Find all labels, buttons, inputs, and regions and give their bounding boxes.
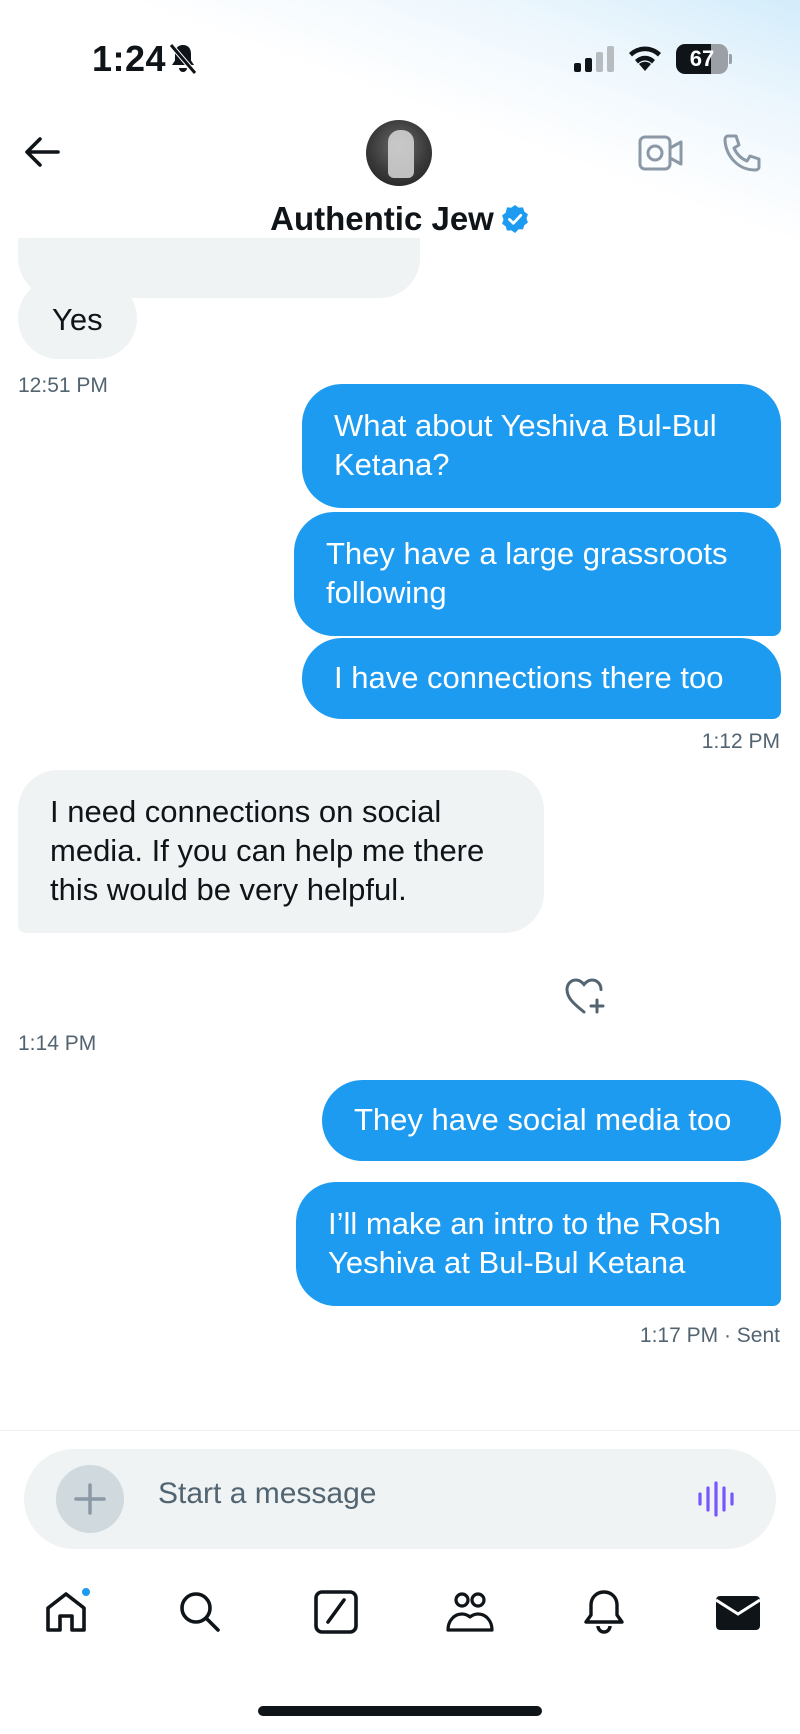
message-outgoing[interactable]: I have connections there too <box>302 638 781 719</box>
sent-status: · Sent <box>723 1324 780 1347</box>
voice-message-icon[interactable] <box>696 1479 736 1519</box>
grok-icon[interactable] <box>310 1586 362 1638</box>
messages-icon[interactable] <box>712 1586 764 1638</box>
message-timestamp: 1:14 PM <box>18 1032 97 1055</box>
notifications-icon[interactable] <box>578 1586 630 1638</box>
message-text: They have social media too <box>354 1102 732 1137</box>
message-timestamp: 1:17 PM <box>639 1324 719 1347</box>
message-incoming[interactable]: Yes <box>18 278 137 359</box>
message-text: Yes <box>52 302 103 337</box>
plus-icon <box>74 1483 106 1515</box>
status-time: 1:24 <box>92 38 167 79</box>
message-outgoing[interactable]: They have a large grassroots following <box>294 512 781 636</box>
cellular-signal-icon <box>574 46 614 72</box>
message-timestamp: 1:12 PM <box>701 730 780 753</box>
message-text: I have connections there too <box>334 660 724 695</box>
contact-avatar[interactable] <box>366 120 432 186</box>
status-bar: 1:24 67 <box>0 0 800 110</box>
message-text: I need connections on social media. If y… <box>50 794 485 907</box>
battery-indicator: 67 <box>676 44 732 74</box>
message-status: 1:17 PM · Sent <box>640 1324 780 1348</box>
wifi-icon <box>629 46 661 71</box>
composer-box[interactable] <box>24 1449 776 1549</box>
message-input[interactable] <box>158 1477 658 1511</box>
communities-icon[interactable] <box>444 1586 496 1638</box>
message-thread[interactable]: Yes 12:51 PM What about Yeshiva Bul-Bul … <box>0 238 800 1430</box>
phone-call-icon[interactable] <box>720 132 764 176</box>
bell-muted-icon <box>169 43 197 75</box>
verified-badge-icon <box>501 205 528 233</box>
message-outgoing[interactable]: I’ll make an intro to the Rosh Yeshiva a… <box>296 1182 781 1306</box>
bottom-tab-bar <box>0 1558 800 1678</box>
message-text: I’ll make an intro to the Rosh Yeshiva a… <box>328 1206 721 1280</box>
message-outgoing[interactable]: What about Yeshiva Bul-Bul Ketana? <box>302 384 781 508</box>
contact-header[interactable]: Authentic Jew <box>0 200 800 238</box>
home-indicator <box>258 1706 542 1716</box>
message-text: They have a large grassroots following <box>326 536 728 610</box>
contact-name: Authentic Jew <box>270 200 494 237</box>
message-composer <box>0 1430 800 1558</box>
search-icon[interactable] <box>174 1586 226 1638</box>
home-notification-dot <box>80 1586 92 1598</box>
battery-percent: 67 <box>689 46 715 71</box>
message-incoming[interactable]: I need connections on social media. If y… <box>18 770 544 933</box>
add-attachment-button[interactable] <box>56 1465 124 1533</box>
message-outgoing[interactable]: They have social media too <box>322 1080 781 1161</box>
message-timestamp: 12:51 PM <box>18 374 108 397</box>
video-call-icon[interactable] <box>638 134 684 172</box>
back-arrow-icon[interactable] <box>22 134 62 170</box>
add-reaction-icon[interactable] <box>564 976 608 1016</box>
message-text: What about Yeshiva Bul-Bul Ketana? <box>334 408 717 482</box>
